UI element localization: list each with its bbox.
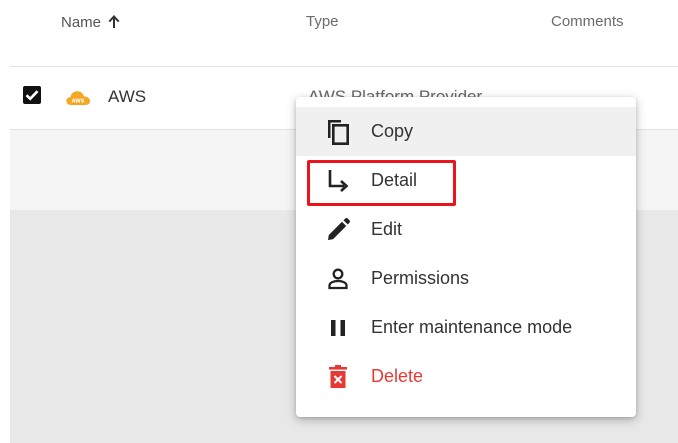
menu-item-edit[interactable]: Edit bbox=[296, 205, 636, 254]
column-header-comments[interactable]: Comments bbox=[551, 13, 624, 30]
menu-item-permissions-label: Permissions bbox=[371, 268, 470, 288]
row-name: AWS bbox=[108, 87, 147, 106]
menu-item-maintenance[interactable]: Enter maintenance mode bbox=[296, 303, 636, 352]
menu-item-delete-label: Delete bbox=[371, 366, 424, 386]
arrow-turn-right-icon bbox=[324, 168, 352, 194]
svg-text:AWS: AWS bbox=[72, 99, 85, 105]
person-icon bbox=[324, 266, 352, 292]
menu-item-delete[interactable]: Delete bbox=[296, 352, 636, 401]
left-margin bbox=[0, 0, 10, 443]
menu-item-copy-label: Copy bbox=[371, 121, 414, 141]
sort-ascending-icon[interactable] bbox=[107, 13, 121, 33]
copy-icon bbox=[324, 119, 352, 145]
menu-item-maintenance-label: Enter maintenance mode bbox=[371, 317, 573, 337]
pause-icon bbox=[324, 315, 352, 341]
menu-item-detail-label: Detail bbox=[371, 170, 418, 190]
trash-icon bbox=[324, 364, 352, 390]
menu-item-detail[interactable]: Detail bbox=[296, 156, 636, 205]
context-menu: Copy Detail Edit Permissions Enter maint… bbox=[296, 97, 636, 417]
pencil-icon bbox=[324, 217, 352, 243]
column-header-type[interactable]: Type bbox=[306, 13, 339, 30]
menu-item-permissions[interactable]: Permissions bbox=[296, 254, 636, 303]
menu-item-copy[interactable]: Copy bbox=[296, 107, 636, 156]
column-header-name[interactable]: Name bbox=[61, 13, 121, 33]
table-header: Name Type Comments bbox=[10, 0, 678, 67]
check-icon bbox=[25, 90, 39, 101]
aws-cloud-icon: AWS bbox=[65, 88, 91, 106]
menu-item-edit-label: Edit bbox=[371, 219, 403, 239]
row-checkbox[interactable] bbox=[23, 86, 41, 104]
